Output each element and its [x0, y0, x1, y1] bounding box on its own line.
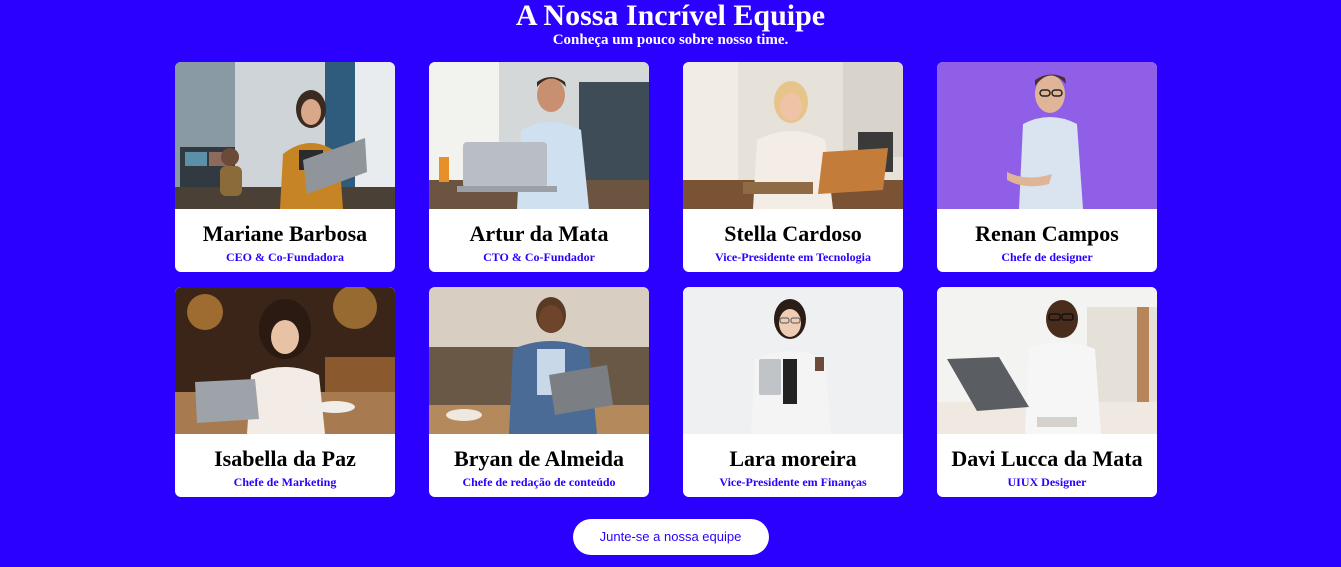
team-member-role: Chefe de Marketing	[233, 475, 337, 489]
team-member-photo	[429, 62, 649, 209]
team-member-role: Vice-Presidente em Tecnologia	[715, 250, 871, 264]
team-member-name: Stella Cardoso	[724, 221, 862, 246]
team-member-name: Renan Campos	[975, 221, 1119, 246]
team-member-name: Mariane Barbosa	[202, 221, 368, 246]
team-member-photo	[429, 287, 649, 434]
team-member-photo	[683, 62, 903, 209]
team-card[interactable]: Isabella da Paz Chefe de Marketing	[175, 287, 395, 497]
team-member-photo	[175, 62, 395, 209]
team-member-role: UIUX Designer	[1007, 475, 1087, 489]
team-member-name: Lara moreira	[729, 446, 857, 471]
team-member-photo	[937, 62, 1157, 209]
team-card[interactable]: Artur da Mata CTO & Co-Fundador	[429, 62, 649, 272]
team-member-photo	[683, 287, 903, 434]
team-member-role: Chefe de designer	[1001, 250, 1093, 264]
team-card[interactable]: Bryan de Almeida Chefe de redação de con…	[429, 287, 649, 497]
cta-container: Junte-se a nossa equipe	[0, 519, 1341, 555]
team-member-role: Vice-Presidente em Finanças	[719, 475, 867, 489]
team-card[interactable]: Lara moreira Vice-Presidente em Finanças	[683, 287, 903, 497]
team-card[interactable]: Renan Campos Chefe de designer	[937, 62, 1157, 272]
page-subtitle: Conheça um pouco sobre nosso time.	[552, 32, 789, 48]
team-member-role: Chefe de redação de conteúdo	[462, 475, 616, 489]
team-card[interactable]: Davi Lucca da Mata UIUX Designer	[937, 287, 1157, 497]
team-card[interactable]: Mariane Barbosa CEO & Co-Fundadora	[175, 62, 395, 272]
join-team-button[interactable]: Junte-se a nossa equipe	[572, 519, 769, 555]
team-card[interactable]: Stella Cardoso Vice-Presidente em Tecnol…	[683, 62, 903, 272]
team-member-photo	[175, 287, 395, 434]
team-member-name: Davi Lucca da Mata	[951, 446, 1143, 471]
team-member-name: Bryan de Almeida	[454, 446, 624, 471]
team-member-role: CEO & Co-Fundadora	[225, 250, 344, 264]
team-member-role: CTO & Co-Fundador	[483, 250, 595, 264]
team-member-name: Artur da Mata	[469, 221, 609, 246]
team-member-photo	[937, 287, 1157, 434]
page-title: A Nossa Incrível Equipe	[515, 0, 826, 32]
team-member-name: Isabella da Paz	[214, 446, 356, 471]
page-header: A Nossa Incrível Equipe Conheça um pouco…	[0, 0, 1341, 48]
team-grid: Mariane Barbosa CEO & Co-Fundadora Artur…	[175, 62, 1157, 497]
